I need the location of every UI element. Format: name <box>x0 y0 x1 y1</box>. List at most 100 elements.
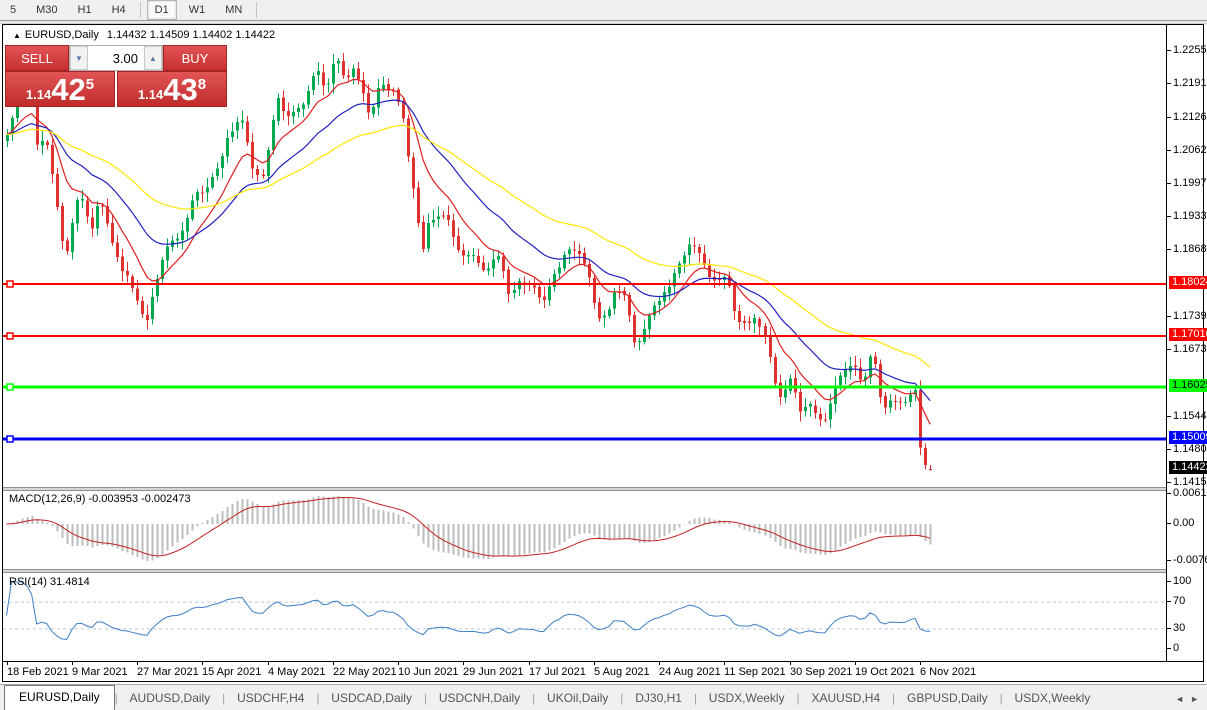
timeframe-button-mn[interactable]: MN <box>217 0 250 20</box>
timeframe-button-m30[interactable]: M30 <box>28 0 65 20</box>
chart-tab-usdx-weekly[interactable]: USDX,Weekly <box>697 687 797 710</box>
timeframe-button-w1[interactable]: W1 <box>181 0 214 20</box>
time-axis-tick <box>137 662 138 665</box>
date-label: 5 Aug 2021 <box>594 666 650 678</box>
date-label: 9 Mar 2021 <box>72 666 128 678</box>
resistance-2-anchor[interactable] <box>7 333 13 339</box>
macd-panel-splitter[interactable] <box>3 487 1203 491</box>
time-axis-tick <box>463 662 464 665</box>
candles-group <box>6 53 932 470</box>
chart-tab-usdcad-daily[interactable]: USDCAD,Daily <box>319 687 424 710</box>
buy-button[interactable]: BUY <box>163 45 227 71</box>
macd-scale-label: -0.007621 <box>1167 554 1207 566</box>
date-label: 11 Sep 2021 <box>724 666 786 678</box>
rsi-scale-label: 70 <box>1167 595 1185 607</box>
support-green-anchor[interactable] <box>7 384 13 390</box>
chart-symbol: EURUSD,Daily <box>25 29 99 41</box>
time-axis-tick <box>594 662 595 665</box>
price-axis-tick: 1.22555 <box>1167 44 1207 56</box>
timeframe-button-d1[interactable]: D1 <box>147 0 177 20</box>
chart-tab-audusd-daily[interactable]: AUDUSD,Daily <box>118 687 223 710</box>
price-axis-tick: 1.14800 <box>1167 443 1207 455</box>
sell-price-panel[interactable]: 1.14 42 5 <box>5 71 115 107</box>
time-axis-tick <box>202 662 203 665</box>
time-axis-tick <box>72 662 73 665</box>
date-label: 24 Aug 2021 <box>659 666 721 678</box>
macd-scale-label: 0.006193 <box>1167 487 1207 499</box>
ma-slow-line <box>7 125 931 367</box>
chart-tab-gbpusd-daily[interactable]: GBPUSD,Daily <box>895 687 1000 710</box>
timeframe-toolbar: 5M30H1H4 D1W1MN <box>0 0 1207 20</box>
price-axis[interactable]: 1.225551.219101.212651.206201.199751.193… <box>1166 25 1203 661</box>
sell-price-sup: 5 <box>86 76 94 93</box>
buy-price-panel[interactable]: 1.14 43 8 <box>117 71 227 107</box>
volume-increase-icon[interactable]: ▲ <box>144 46 162 70</box>
chart-tab-ukoil-daily[interactable]: UKOil,Daily <box>535 687 620 710</box>
date-label: 4 May 2021 <box>268 666 325 678</box>
buy-price-sup: 8 <box>198 76 206 93</box>
toolbar-group-divider <box>256 2 257 18</box>
timeframe-button-h1[interactable]: H1 <box>70 0 100 20</box>
tab-scroll-arrows: ◄► <box>1175 694 1207 710</box>
rsi-panel-svg[interactable] <box>3 573 1166 661</box>
tab-scroll-left-icon[interactable]: ◄ <box>1175 694 1184 704</box>
date-label: 27 Mar 2021 <box>137 666 199 678</box>
toolbar-group-divider <box>140 2 141 18</box>
support-blue-anchor[interactable] <box>7 436 13 442</box>
date-label: 10 Jun 2021 <box>398 666 459 678</box>
chart-ohlc-values: 1.14432 1.14509 1.14402 1.14422 <box>107 29 275 41</box>
date-label: 19 Oct 2021 <box>855 666 915 678</box>
chart-tab-dj30-h1[interactable]: DJ30,H1 <box>623 687 694 710</box>
support-green-price-label: 1.16025 <box>1169 379 1207 392</box>
time-axis-tick <box>790 662 791 665</box>
one-click-trading-widget: SELL ▼ ▲ BUY 1.14 42 5 1.14 43 8 <box>5 45 227 107</box>
collapse-icon[interactable]: ▲ <box>13 31 21 40</box>
sell-button[interactable]: SELL <box>5 45 69 71</box>
volume-decrease-icon[interactable]: ▼ <box>70 46 88 70</box>
date-label: 29 Jun 2021 <box>463 666 524 678</box>
chart-title: ▲ EURUSD,Daily 1.14432 1.14509 1.14402 1.1… <box>13 29 275 41</box>
chart-tab-usdcnh-daily[interactable]: USDCNH,Daily <box>427 687 532 710</box>
price-axis-tick: 1.15445 <box>1167 410 1207 422</box>
volume-input[interactable] <box>88 46 144 70</box>
price-axis-tick: 1.19330 <box>1167 210 1207 222</box>
time-axis-tick <box>268 662 269 665</box>
date-label: 22 May 2021 <box>333 666 397 678</box>
price-axis-tick: 1.21265 <box>1167 111 1207 123</box>
time-axis-tick <box>333 662 334 665</box>
rsi-scale-label: 30 <box>1167 622 1185 634</box>
chart-tab-usdchf-h4[interactable]: USDCHF,H4 <box>225 687 316 710</box>
mt4-window: 5M30H1H4D1W1MN ▲EURUSD,Daily1.14432 1.14… <box>0 0 1207 710</box>
time-axis-tick <box>724 662 725 665</box>
rsi-panel-splitter[interactable] <box>3 569 1203 573</box>
date-label: 30 Sep 2021 <box>790 666 852 678</box>
price-axis-tick: 1.20620 <box>1167 144 1207 156</box>
resistance-1-anchor[interactable] <box>7 281 13 287</box>
time-axis[interactable]: 18 Feb 20219 Mar 202127 Mar 202115 Apr 2… <box>3 661 1203 681</box>
price-axis-tick: 1.21910 <box>1167 77 1207 89</box>
buy-price-prefix: 1.14 <box>138 87 163 102</box>
support-blue-price-label: 1.15009 <box>1169 431 1207 444</box>
macd-indicator-label: MACD(12,26,9) -0.003953 -0.002473 <box>9 493 191 505</box>
price-axis-tick: 1.19975 <box>1167 177 1207 189</box>
tab-scroll-right-icon[interactable]: ► <box>1190 694 1199 704</box>
date-label: 6 Nov 2021 <box>920 666 976 678</box>
timeframe-button-h4[interactable]: H4 <box>104 0 134 20</box>
macd-scale-label: 0.00 <box>1167 517 1194 529</box>
price-axis-tick: 1.17395 <box>1167 310 1207 322</box>
chart-tab-eurusd-daily[interactable]: EURUSD,Daily <box>4 685 115 710</box>
chart-tab-usdx-weekly[interactable]: USDX,Weekly <box>1003 687 1103 710</box>
chart-tab-xauusd-h4[interactable]: XAUUSD,H4 <box>799 687 892 710</box>
sell-price-big: 42 <box>51 75 85 105</box>
volume-spinner: ▼ ▲ <box>69 45 163 71</box>
resistance-1-price-label: 1.18024 <box>1169 276 1207 289</box>
resistance-2-price-label: 1.17010 <box>1169 328 1207 341</box>
rsi-scale-label: 100 <box>1167 575 1191 587</box>
time-axis-tick <box>855 662 856 665</box>
time-axis-tick <box>398 662 399 665</box>
timeframe-button-5[interactable]: 5 <box>2 0 24 20</box>
sell-price-prefix: 1.14 <box>26 87 51 102</box>
rsi-indicator-label: RSI(14) 31.4814 <box>9 576 90 588</box>
buy-price-big: 43 <box>163 75 197 105</box>
chart-window: ▲ EURUSD,Daily 1.14432 1.14509 1.14402 1.1… <box>2 24 1204 682</box>
